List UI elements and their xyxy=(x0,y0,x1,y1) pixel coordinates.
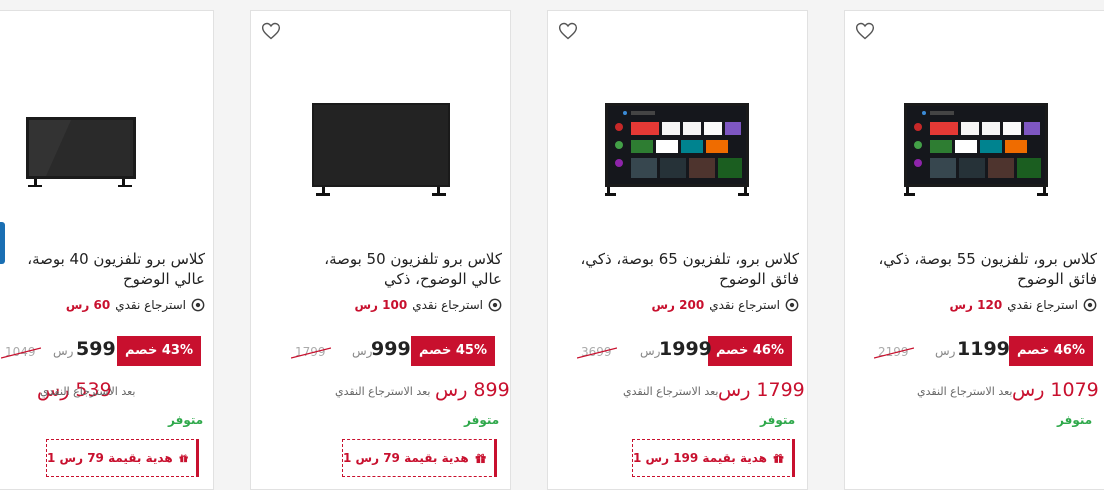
gift-icon xyxy=(475,453,486,464)
cashback-icon xyxy=(488,298,502,312)
gift-label: 1 هدية بقيمة 79 رس xyxy=(343,451,469,465)
discount-badge: 46% خصم xyxy=(707,336,792,366)
cashback-info: استرجاع نقدي 100 رس xyxy=(355,298,503,312)
product-card[interactable]: كلاس برو تلفزيون 50 بوصة، عالي الوضوح، ذ… xyxy=(250,10,511,490)
currency-label: رس xyxy=(640,344,661,358)
cashback-amount: 200 رس xyxy=(651,298,705,312)
price-after-cashback: 1799 رس xyxy=(718,379,805,401)
currency-label: رس xyxy=(53,344,74,358)
cashback-icon xyxy=(1083,298,1097,312)
cashback-amount: 120 رس xyxy=(949,298,1003,312)
favorite-button[interactable] xyxy=(854,20,876,42)
product-card[interactable]: كلاس برو تلفزيون 40 بوصة، عالي الوضوح اس… xyxy=(0,10,214,490)
gift-label: 1 هدية بقيمة 199 رس xyxy=(633,451,768,465)
heart-outline-icon xyxy=(261,22,281,40)
after-cashback-label: بعد الاسترجاع النقدي xyxy=(917,385,1013,398)
old-price: 2199 xyxy=(874,345,914,359)
current-price: 1199 xyxy=(957,338,1010,360)
current-price: 1999 xyxy=(659,338,712,360)
heart-outline-icon xyxy=(855,22,875,40)
product-title[interactable]: كلاس برو تلفزيون 50 بوصة، عالي الوضوح، ذ… xyxy=(302,249,502,289)
cashback-info: استرجاع نقدي 200 رس xyxy=(652,298,800,312)
price-after-cashback: 1079 رس xyxy=(1012,379,1099,401)
currency-label: رس xyxy=(935,344,956,358)
cashback-label: استرجاع نقدي xyxy=(709,298,780,312)
product-image[interactable] xyxy=(312,81,450,221)
cashback-amount: 60 رس xyxy=(65,298,111,312)
stock-status: متوفر xyxy=(1057,413,1093,427)
gift-offer[interactable]: 1 هدية بقيمة 79 رس xyxy=(46,439,199,477)
cashback-label: استرجاع نقدي xyxy=(412,298,483,312)
gift-offer[interactable]: 1 هدية بقيمة 79 رس xyxy=(342,439,497,477)
gift-icon xyxy=(773,453,784,463)
currency-label: رس xyxy=(352,344,373,358)
cashback-icon xyxy=(191,298,205,312)
cashback-label: استرجاع نقدي xyxy=(115,298,186,312)
discount-badge: 43% خصم xyxy=(116,336,201,366)
price-after-cashback: 899 رس xyxy=(435,379,510,401)
product-title[interactable]: كلاس برو، تلفزيون 65 بوصة، ذكي، فائق الو… xyxy=(579,249,799,289)
old-price: 1049 xyxy=(1,345,41,359)
old-price: 1799 xyxy=(291,345,331,359)
after-cashback-label: بعد الاسترجاع النقدي xyxy=(40,385,136,398)
old-price: 3699 xyxy=(577,345,617,359)
discount-badge: 46% خصم xyxy=(1008,336,1093,366)
cashback-label: استرجاع نقدي xyxy=(1007,298,1078,312)
gift-offer[interactable]: 1 هدية بقيمة 199 رس xyxy=(632,439,795,477)
stock-status: متوفر xyxy=(760,413,796,427)
product-image[interactable] xyxy=(605,81,749,221)
after-cashback-label: بعد الاسترجاع النقدي xyxy=(623,385,719,398)
product-title[interactable]: كلاس برو تلفزيون 40 بوصة، عالي الوضوح xyxy=(5,249,205,289)
cashback-info: استرجاع نقدي 60 رس xyxy=(66,298,205,312)
cashback-amount: 100 رس xyxy=(354,298,408,312)
favorite-button[interactable] xyxy=(260,20,282,42)
current-price: 599 xyxy=(76,338,116,360)
stock-status: متوفر xyxy=(464,413,500,427)
cashback-info: استرجاع نقدي 120 رس xyxy=(950,298,1098,312)
current-price: 999 xyxy=(371,338,411,360)
product-card[interactable]: كلاس برو، تلفزيون 55 بوصة، ذكي، فائق الو… xyxy=(844,10,1104,490)
carousel-scroll-tab[interactable] xyxy=(0,222,5,264)
discount-badge: 45% خصم xyxy=(410,336,495,366)
favorite-button[interactable] xyxy=(557,20,579,42)
product-card[interactable]: كلاس برو، تلفزيون 65 بوصة، ذكي، فائق الو… xyxy=(547,10,808,490)
stock-status: متوفر xyxy=(168,413,204,427)
product-image[interactable] xyxy=(26,81,136,221)
cashback-icon xyxy=(785,298,799,312)
gift-label: 1 هدية بقيمة 79 رس xyxy=(47,451,173,465)
product-title[interactable]: كلاس برو، تلفزيون 55 بوصة، ذكي، فائق الو… xyxy=(877,249,1097,289)
after-cashback-label: بعد الاسترجاع النقدي xyxy=(335,385,431,398)
heart-outline-icon xyxy=(558,22,578,40)
gift-icon xyxy=(179,454,188,463)
product-image[interactable] xyxy=(904,81,1048,221)
